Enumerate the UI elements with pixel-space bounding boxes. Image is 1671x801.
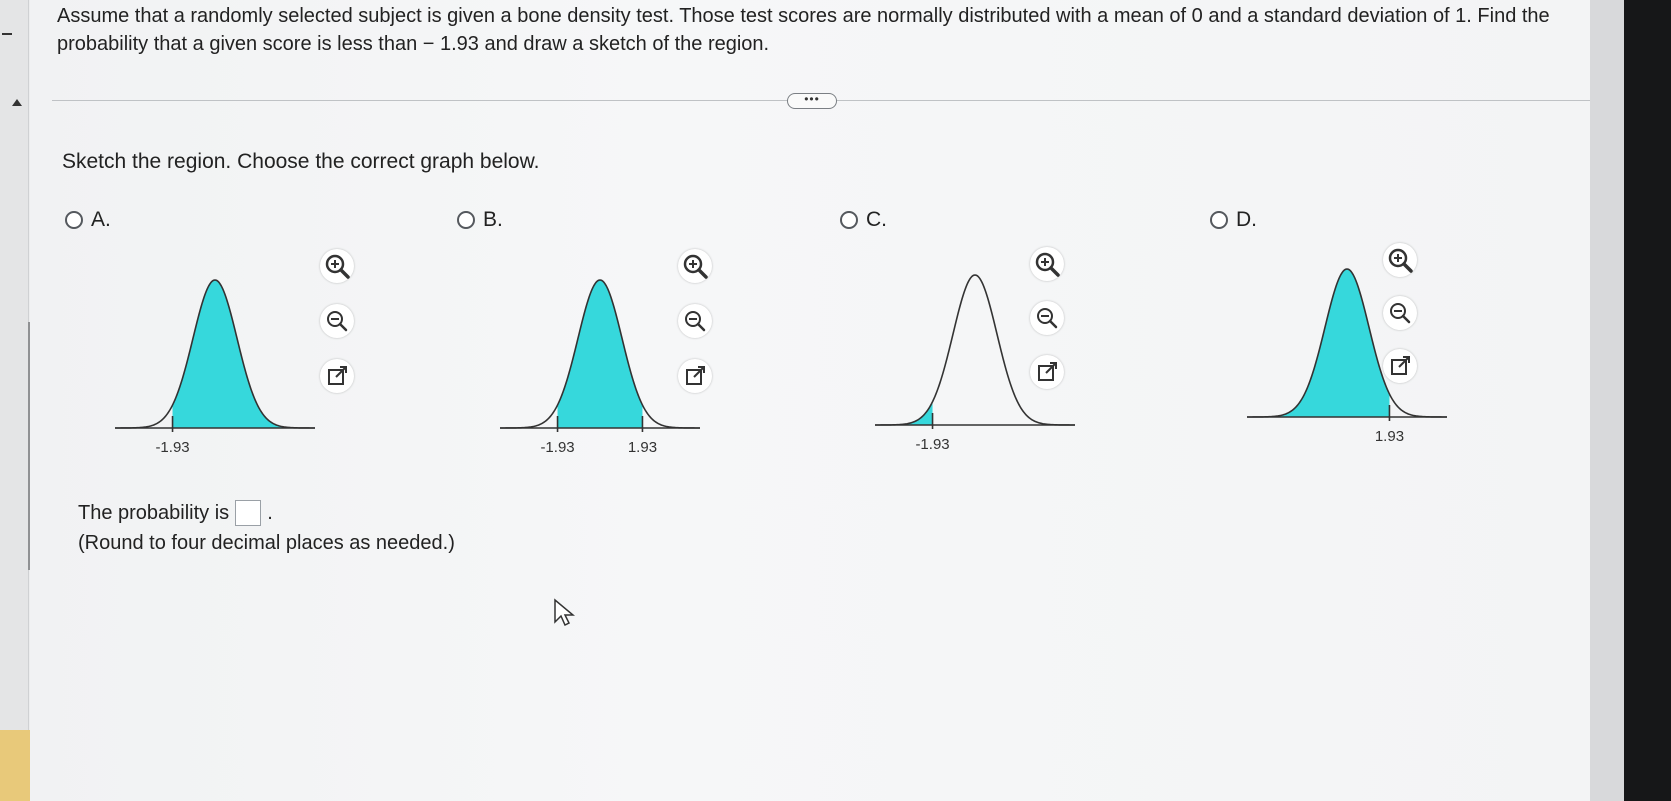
radio-c[interactable] xyxy=(840,211,858,229)
external-link-icon[interactable] xyxy=(320,359,354,393)
answer-section: The probability is . (Round to four deci… xyxy=(78,500,455,555)
option-a-label: A. xyxy=(91,208,111,231)
graph-b-tick-label-right: 1.93 xyxy=(628,439,657,456)
option-d[interactable]: D. xyxy=(1210,208,1257,232)
graph-d[interactable]: 1.93 xyxy=(1246,257,1448,457)
answer-suffix: . xyxy=(267,501,273,524)
window-frame xyxy=(1590,0,1624,801)
zoom-out-icon[interactable] xyxy=(678,304,712,338)
zoom-in-icon[interactable] xyxy=(1383,243,1417,277)
graph-c-tick-label: -1.93 xyxy=(915,436,949,453)
option-d-label: D. xyxy=(1236,208,1257,231)
gutter-dash xyxy=(2,33,12,35)
left-gutter xyxy=(0,0,29,801)
external-link-icon[interactable] xyxy=(1030,355,1064,389)
probability-input[interactable] xyxy=(235,500,262,526)
option-b[interactable]: B. xyxy=(457,208,503,232)
graph-a[interactable]: -1.93 xyxy=(114,265,316,465)
radio-d[interactable] xyxy=(1210,211,1228,229)
zoom-out-icon[interactable] xyxy=(1383,296,1417,330)
mouse-pointer-icon xyxy=(554,598,575,627)
external-link-icon[interactable] xyxy=(1383,349,1417,383)
zoom-in-icon[interactable] xyxy=(1030,247,1064,281)
option-a[interactable]: A. xyxy=(65,208,111,232)
more-button[interactable]: ••• xyxy=(787,93,837,109)
question-text: Assume that a randomly selected subject … xyxy=(57,5,1550,55)
external-link-icon[interactable] xyxy=(678,359,712,393)
screen-bezel xyxy=(1624,0,1671,801)
graph-c-curve xyxy=(874,274,1076,426)
graph-b-tick-label-left: -1.93 xyxy=(540,439,574,456)
question-panel: Assume that a randomly selected subject … xyxy=(30,0,1592,801)
zoom-out-icon[interactable] xyxy=(320,304,354,338)
graph-a-tick-label: -1.93 xyxy=(155,439,189,456)
zoom-out-icon[interactable] xyxy=(1030,301,1064,335)
radio-a[interactable] xyxy=(65,211,83,229)
rounding-note: (Round to four decimal places as needed.… xyxy=(78,532,455,554)
option-b-label: B. xyxy=(483,208,503,231)
graph-a-shaded-region xyxy=(172,280,290,428)
graph-d-shaded-region xyxy=(1272,269,1390,417)
zoom-in-icon[interactable] xyxy=(678,249,712,283)
zoom-in-icon[interactable] xyxy=(320,249,354,283)
collapse-arrow-icon[interactable] xyxy=(12,99,22,106)
graph-b-shaded-region xyxy=(557,280,643,428)
option-c[interactable]: C. xyxy=(840,208,887,232)
instruction-text: Sketch the region. Choose the correct gr… xyxy=(62,150,540,173)
option-c-label: C. xyxy=(866,208,887,231)
graph-d-tick-label: 1.93 xyxy=(1375,428,1404,445)
graph-b[interactable]: -1.93 1.93 xyxy=(499,265,701,465)
answer-prefix: The probability is xyxy=(78,501,230,524)
graph-c-shaded-region xyxy=(875,401,933,425)
radio-b[interactable] xyxy=(457,211,475,229)
